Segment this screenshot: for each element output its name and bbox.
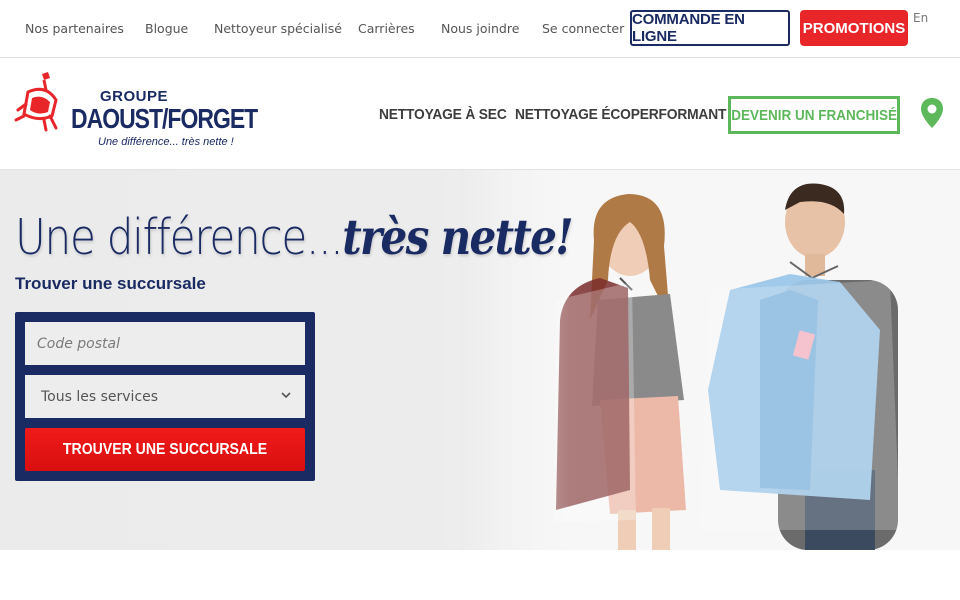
find-branch-label: TROUVER UNE SUCCURSALE: [62, 440, 268, 458]
hero-subtitle: Trouver une succursale: [15, 274, 206, 293]
language-toggle[interactable]: En: [913, 11, 928, 25]
chevron-down-icon: [281, 392, 291, 399]
link-se-connecter[interactable]: Se connecter: [542, 21, 624, 36]
branch-finder-form: Tous les services TROUVER UNE SUCCURSALE: [15, 312, 315, 481]
link-partenaires[interactable]: Nos partenaires: [25, 21, 124, 36]
services-selected-value: Tous les services: [41, 388, 159, 405]
devenir-franchise-button[interactable]: DEVENIR UN FRANCHISÉ: [728, 96, 900, 134]
bell-mascot-icon: [14, 72, 58, 132]
link-nettoyeur-specialise[interactable]: Nettoyeur spécialisé: [214, 21, 342, 36]
devenir-franchise-label: DEVENIR UN FRANCHISÉ: [731, 106, 897, 124]
hero-title-plain: Une différence...: [15, 209, 344, 266]
hero-section: Une différence...très nette! Trouver une…: [0, 170, 960, 550]
nav-nettoyage-a-sec[interactable]: NETTOYAGE À SEC: [379, 106, 507, 123]
services-select[interactable]: Tous les services: [25, 375, 305, 418]
main-navigation: GROUPE DAOUST/FORGET Une différence... t…: [0, 58, 960, 170]
map-pin-icon[interactable]: [920, 98, 944, 128]
top-utility-bar: Nos partenaires Blogue Nettoyeur spécial…: [0, 0, 960, 58]
postal-code-input[interactable]: [25, 322, 305, 365]
link-nous-joindre[interactable]: Nous joindre: [441, 21, 519, 36]
promotions-button[interactable]: PROMOTIONS: [800, 10, 908, 46]
hero-title: Une différence...très nette!: [15, 208, 574, 266]
logo-brand-name: DAOUST/FORGET: [71, 103, 258, 134]
find-branch-button[interactable]: TROUVER UNE SUCCURSALE: [25, 428, 305, 471]
logo[interactable]: GROUPE DAOUST/FORGET Une différence... t…: [14, 70, 258, 150]
link-carrieres[interactable]: Carrières: [358, 21, 415, 36]
logo-tagline: Une différence... très nette !: [98, 136, 234, 148]
hero-title-script: très nette!: [342, 208, 573, 266]
link-blogue[interactable]: Blogue: [145, 21, 188, 36]
commande-en-ligne-button[interactable]: COMMANDE EN LIGNE: [630, 10, 790, 46]
nav-nettoyage-ecoperformant[interactable]: NETTOYAGE ÉCOPERFORMANT: [515, 106, 726, 123]
